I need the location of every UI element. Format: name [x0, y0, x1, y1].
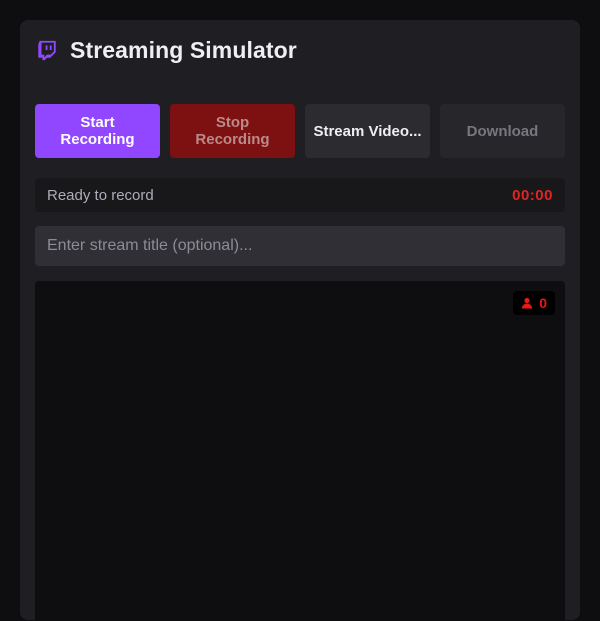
stream-video-button[interactable]: Stream Video... [305, 104, 430, 158]
recording-timer: 00:00 [512, 186, 553, 204]
status-text: Ready to record [47, 186, 154, 204]
status-bar: Ready to record 00:00 [35, 178, 565, 212]
download-button[interactable]: Download [440, 104, 565, 158]
video-preview: 0 [35, 281, 565, 621]
stream-title-input[interactable] [35, 226, 565, 266]
twitch-icon [36, 39, 58, 61]
user-icon [521, 297, 533, 309]
start-recording-button[interactable]: Start Recording [35, 104, 160, 158]
viewer-count: 0 [539, 295, 547, 311]
header: Streaming Simulator [36, 36, 297, 64]
viewer-count-badge: 0 [513, 291, 555, 315]
recording-controls: Start Recording Stop Recording Stream Vi… [35, 104, 565, 158]
app-panel: Streaming Simulator Start Recording Stop… [20, 20, 580, 621]
app-title: Streaming Simulator [70, 36, 297, 63]
stop-recording-button[interactable]: Stop Recording [170, 104, 295, 158]
